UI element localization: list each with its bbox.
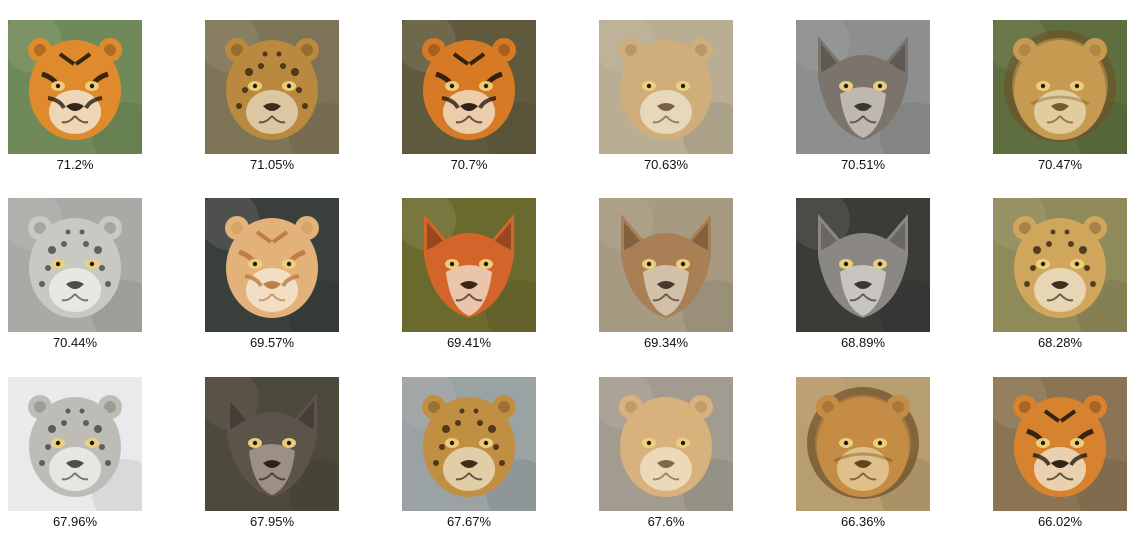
similarity-score: 70.7% (450, 157, 488, 172)
leopard-thumbnail[interactable] (402, 377, 536, 511)
grid-item: 68.28% (993, 198, 1127, 356)
grid-item: 67.96% (8, 377, 142, 535)
similarity-score: 67.96% (52, 514, 98, 529)
grid-item: 70.51% (796, 20, 930, 178)
similarity-score: 67.95% (249, 514, 295, 529)
similarity-score: 69.34% (643, 335, 689, 350)
similarity-score: 68.89% (840, 335, 886, 350)
similarity-score: 66.02% (1037, 514, 1083, 529)
jaguar-thumbnail[interactable] (993, 198, 1127, 332)
similarity-score: 70.51% (840, 157, 886, 172)
golden-tiger-thumbnail[interactable] (205, 198, 339, 332)
similarity-score: 69.41% (446, 335, 492, 350)
fox-thumbnail[interactable] (402, 198, 536, 332)
image-result-grid: 71.2% 71.05% 70.7% 70.63% 70.51% 70.47% 70.44%… (0, 0, 1140, 533)
similarity-score: 66.36% (840, 514, 886, 529)
lioness-thumbnail[interactable] (599, 377, 733, 511)
similarity-score: 68.28% (1037, 335, 1083, 350)
leopard-thumbnail[interactable] (205, 20, 339, 154)
similarity-score: 71.2% (56, 157, 94, 172)
similarity-score: 70.44% (52, 335, 98, 350)
similarity-score: 67.67% (446, 514, 492, 529)
similarity-score: 70.63% (643, 157, 689, 172)
grid-item: 69.41% (402, 198, 536, 356)
similarity-score: 71.05% (249, 157, 295, 172)
grid-item: 69.57% (205, 198, 339, 356)
grid-item: 67.67% (402, 377, 536, 535)
grid-item: 67.95% (205, 377, 339, 535)
similarity-score: 70.47% (1037, 157, 1083, 172)
similarity-score: 67.6% (647, 514, 685, 529)
tiger-thumbnail[interactable] (8, 20, 142, 154)
wolf-thumbnail[interactable] (796, 20, 930, 154)
grid-item: 69.34% (599, 198, 733, 356)
fox-thumbnail[interactable] (599, 198, 733, 332)
grid-item: 71.2% (8, 20, 142, 178)
snow-leopard-thumbnail[interactable] (8, 198, 142, 332)
grid-item: 68.89% (796, 198, 930, 356)
tiger-thumbnail[interactable] (402, 20, 536, 154)
grid-item: 70.63% (599, 20, 733, 178)
tiger-cub-thumbnail[interactable] (993, 377, 1127, 511)
wolf-thumbnail[interactable] (205, 377, 339, 511)
grid-item: 71.05% (205, 20, 339, 178)
lioness-thumbnail[interactable] (599, 20, 733, 154)
lion-thumbnail[interactable] (993, 20, 1127, 154)
snow-leopard-thumbnail[interactable] (8, 377, 142, 511)
grid-item: 70.7% (402, 20, 536, 178)
similarity-score: 69.57% (249, 335, 295, 350)
grid-item: 67.6% (599, 377, 733, 535)
wolf-thumbnail[interactable] (796, 198, 930, 332)
grid-item: 66.36% (796, 377, 930, 535)
grid-item: 70.47% (993, 20, 1127, 178)
grid-item: 66.02% (993, 377, 1127, 535)
grid-item: 70.44% (8, 198, 142, 356)
lion-thumbnail[interactable] (796, 377, 930, 511)
